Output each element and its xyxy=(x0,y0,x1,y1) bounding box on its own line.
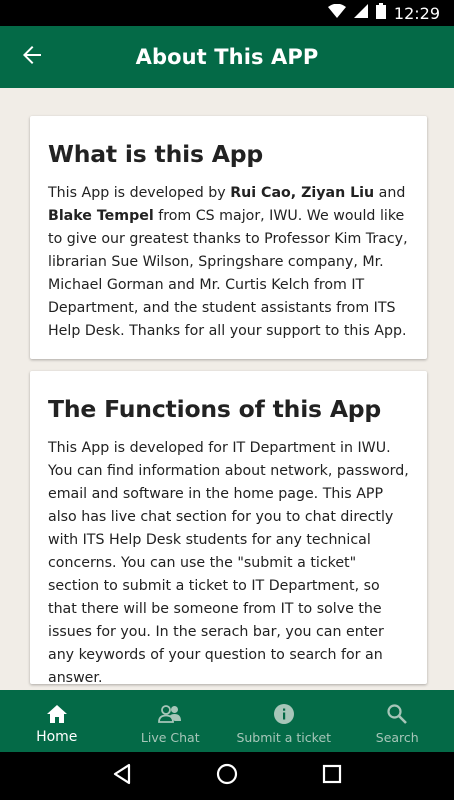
back-button[interactable] xyxy=(18,43,46,71)
status-time: 12:29 xyxy=(393,3,440,23)
functions-card: The Functions of this App This App is de… xyxy=(30,371,427,686)
card-body: This App is developed by Rui Cao, Ziyan … xyxy=(48,182,409,343)
card-title: The Functions of this App xyxy=(48,395,382,423)
triangle-back-icon xyxy=(112,763,132,790)
nav-live-chat[interactable]: Live Chat xyxy=(114,690,228,752)
body-text: This App is developed by xyxy=(48,185,231,201)
about-card: What is this App This App is developed b… xyxy=(30,116,427,359)
nav-label: Submit a ticket xyxy=(236,730,332,745)
nav-label: Search xyxy=(375,730,419,745)
card-title: What is this App xyxy=(48,140,263,168)
card-body: This App is developed for IT Department … xyxy=(48,440,409,686)
screen: 12:29 About This APP What is this App Th… xyxy=(0,0,454,800)
arrow-back-icon xyxy=(22,45,42,70)
nav-label: Home xyxy=(36,729,78,745)
home-icon xyxy=(46,702,68,726)
body-text: and xyxy=(374,185,406,201)
body-text: from CS major, IWU. We would like to giv… xyxy=(48,208,408,339)
nav-submit-ticket[interactable]: Submit a ticket xyxy=(227,690,341,752)
body-bold-name: Blake Tempel xyxy=(48,208,154,224)
page-title: About This APP xyxy=(135,45,319,69)
info-icon xyxy=(273,702,295,726)
bottom-navigation: Home Live Chat Submit a ticket Search xyxy=(0,690,454,752)
app-bar: About This APP xyxy=(0,26,454,88)
system-navigation-bar xyxy=(0,752,454,800)
system-home-button[interactable] xyxy=(212,761,242,791)
body-bold-names: Rui Cao, Ziyan Liu xyxy=(230,185,375,201)
nav-search[interactable]: Search xyxy=(341,690,454,752)
search-icon xyxy=(386,702,408,726)
nav-home[interactable]: Home xyxy=(0,690,114,752)
content-scroll[interactable]: What is this App This App is developed b… xyxy=(0,88,454,690)
people-icon xyxy=(157,702,183,726)
status-bar: 12:29 xyxy=(0,0,454,26)
square-recents-icon xyxy=(322,764,342,789)
nav-label: Live Chat xyxy=(140,730,200,745)
circle-home-icon xyxy=(216,763,238,790)
wifi-icon xyxy=(327,3,346,23)
system-back-button[interactable] xyxy=(107,761,137,791)
system-recents-button[interactable] xyxy=(317,761,347,791)
signal-icon xyxy=(353,3,368,23)
battery-icon xyxy=(375,2,386,24)
